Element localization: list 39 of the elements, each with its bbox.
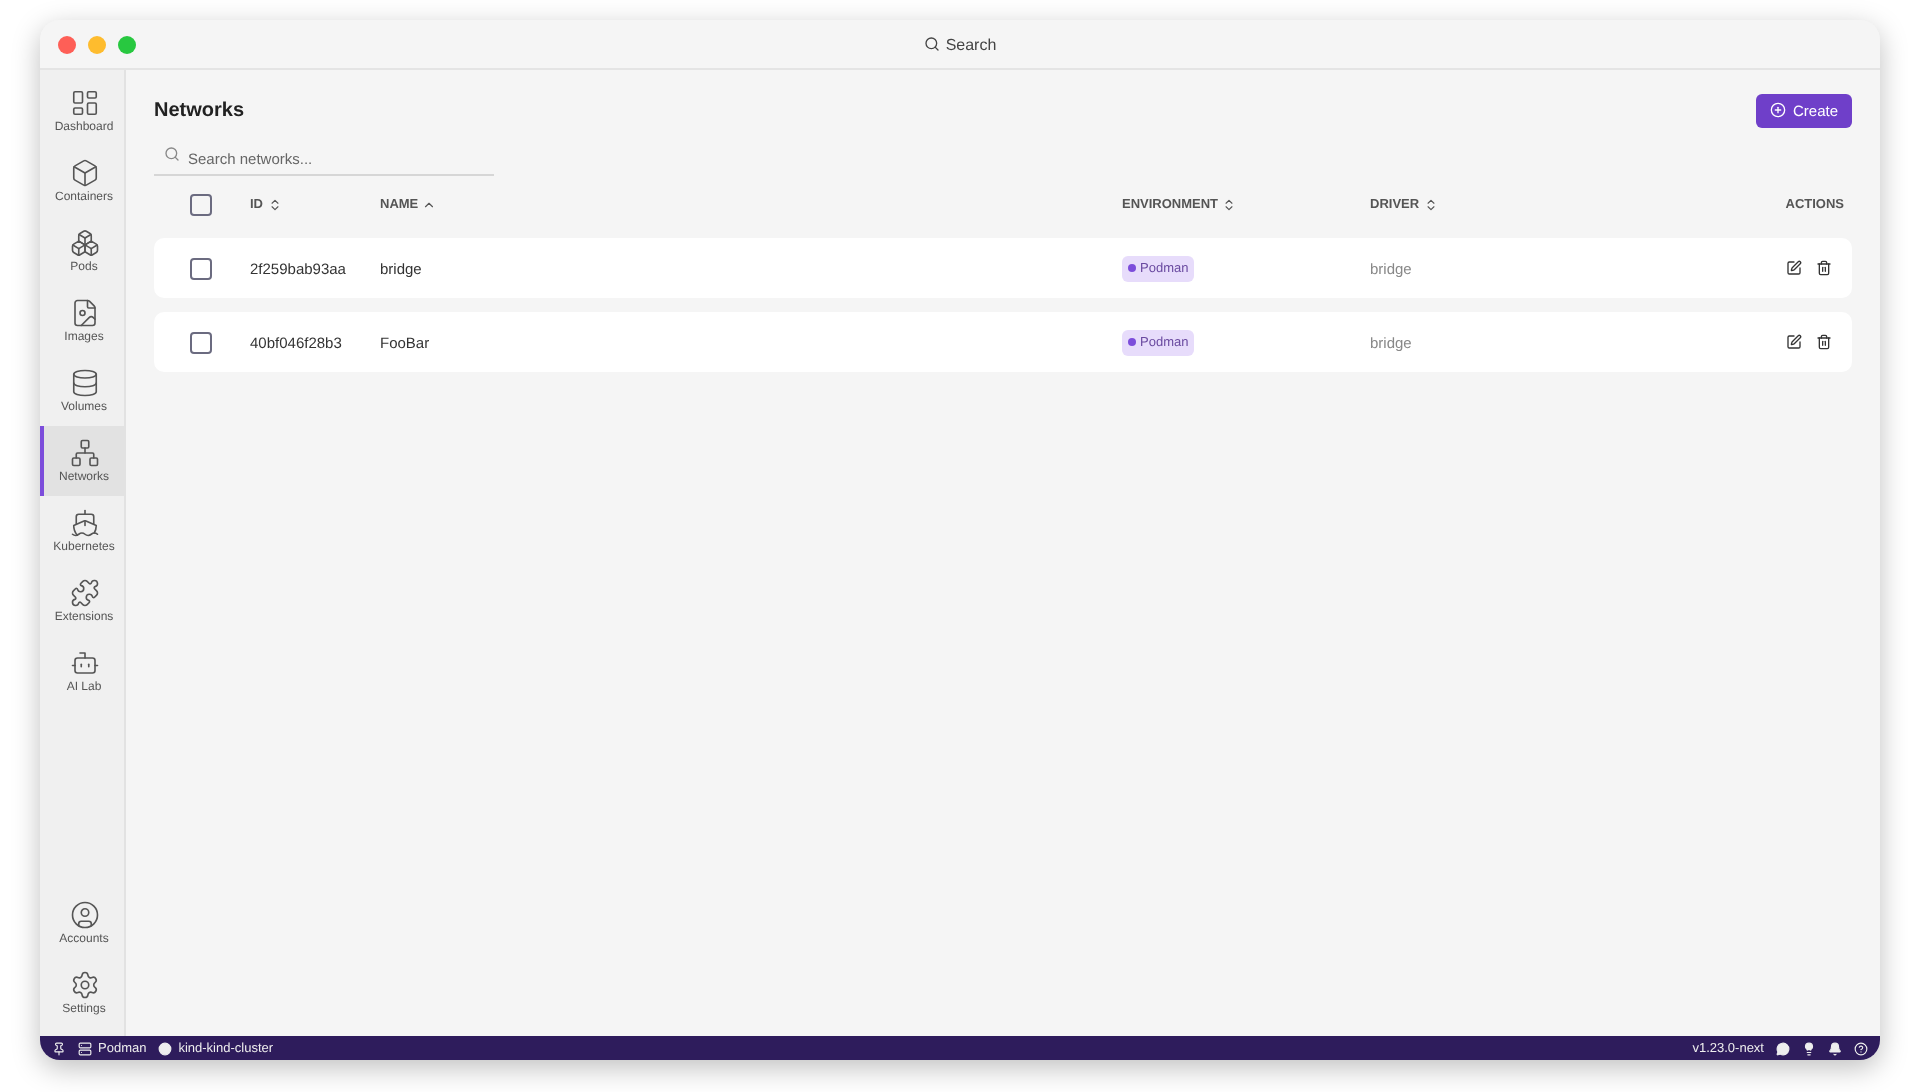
trash-icon — [1816, 334, 1832, 350]
bell-icon[interactable] — [1828, 1041, 1842, 1055]
dashboard-icon — [69, 88, 99, 118]
sort-icon[interactable] — [1423, 197, 1438, 211]
select-all-checkbox[interactable] — [190, 193, 212, 215]
delete-button[interactable] — [1816, 260, 1832, 276]
robot-icon — [69, 648, 99, 678]
edit-button[interactable] — [1786, 334, 1802, 350]
row-checkbox[interactable] — [190, 331, 212, 353]
boxes-icon — [69, 228, 99, 258]
page-title: Networks — [154, 99, 245, 121]
network-icon — [69, 438, 99, 468]
row-checkbox[interactable] — [190, 257, 212, 279]
search-icon — [164, 146, 180, 162]
box-icon — [69, 158, 99, 188]
chat-icon[interactable] — [1776, 1041, 1790, 1055]
close-window-button[interactable] — [58, 35, 76, 53]
settings-icon — [69, 970, 99, 1000]
edit-icon — [1786, 334, 1802, 350]
edit-button[interactable] — [1786, 260, 1802, 276]
server-icon — [78, 1041, 92, 1055]
sort-icon[interactable] — [267, 197, 281, 211]
puzzle-icon — [69, 578, 99, 608]
edit-icon — [1786, 260, 1802, 276]
lightbulb-icon[interactable] — [1802, 1041, 1816, 1055]
plus-icon — [1770, 102, 1787, 118]
user-icon — [69, 900, 99, 930]
trash-icon — [1816, 260, 1832, 276]
delete-button[interactable] — [1816, 334, 1832, 350]
cylinder-icon — [69, 368, 99, 398]
search-icon — [923, 36, 940, 52]
sort-icon[interactable] — [1222, 197, 1237, 211]
sort-ascending-icon[interactable] — [422, 197, 437, 211]
pin-icon[interactable] — [52, 1041, 66, 1055]
circle-icon — [158, 1041, 173, 1055]
help-icon[interactable] — [1854, 1041, 1868, 1055]
title-search-field[interactable]: Search — [923, 35, 997, 53]
image-file-icon — [69, 298, 99, 328]
ship-icon — [69, 508, 99, 538]
